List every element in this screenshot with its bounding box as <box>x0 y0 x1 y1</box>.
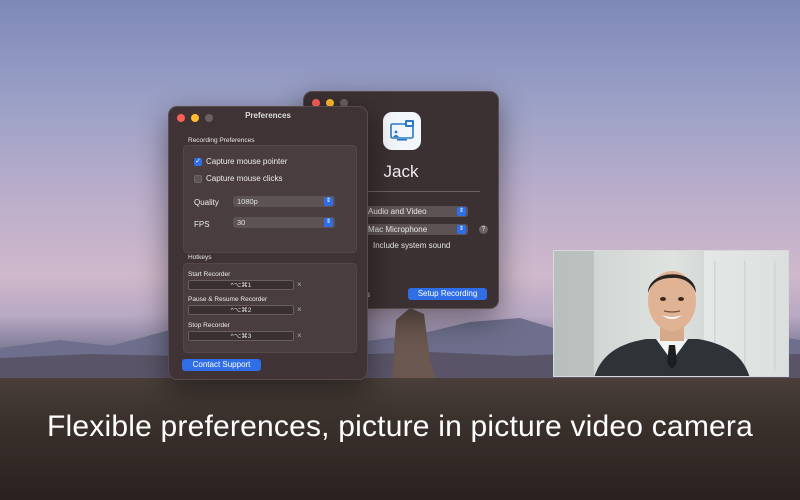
microphone-select[interactable]: Mac Microphone ⇕ <box>364 224 468 235</box>
quality-value: 1080p <box>237 197 258 206</box>
include-system-sound-label[interactable]: Include system sound <box>373 241 450 250</box>
clear-icon[interactable]: × <box>297 280 302 289</box>
marketing-caption: Flexible preferences, picture in picture… <box>47 410 753 443</box>
screen-recorder-icon <box>383 112 421 150</box>
microphone-select-value: Mac Microphone <box>368 225 428 234</box>
divider <box>364 191 480 192</box>
hotkeys-heading: Hotkeys <box>188 254 212 261</box>
contact-support-button[interactable]: Contact Support <box>182 359 261 371</box>
hotkey-pause-label: Pause & Resume Recorder <box>188 296 268 303</box>
hotkey-stop-field[interactable]: ^⌥⌘3 <box>188 331 294 341</box>
chevron-updown-icon: ⇕ <box>457 225 466 234</box>
source-select[interactable]: Audio and Video ⇕ <box>364 206 468 217</box>
camera-pip-window[interactable] <box>553 250 789 377</box>
capture-mouse-clicks-label: Capture mouse clicks <box>206 174 283 183</box>
checkbox-unchecked-icon <box>194 174 202 183</box>
hotkey-stop-label: Stop Recorder <box>188 322 230 329</box>
setup-recording-button[interactable]: Setup Recording <box>408 288 487 300</box>
capture-mouse-pointer-checkbox[interactable]: ✓ Capture mouse pointer <box>194 157 287 166</box>
clear-icon[interactable]: × <box>297 331 302 340</box>
source-select-value: Audio and Video <box>368 207 427 216</box>
preferences-window: Preferences Recording Preferences ✓ Capt… <box>168 106 368 380</box>
hotkey-start-field[interactable]: ^⌥⌘1 <box>188 280 294 290</box>
window-title: Preferences <box>245 111 291 120</box>
chevron-updown-icon: ⇕ <box>457 207 466 216</box>
fps-label: FPS <box>194 220 210 229</box>
hotkey-pause-field[interactable]: ^⌥⌘2 <box>188 305 294 315</box>
hotkey-start-label: Start Recorder <box>188 271 231 278</box>
chevron-updown-icon: ⇕ <box>324 218 333 227</box>
help-icon[interactable]: ? <box>479 225 488 234</box>
capture-mouse-pointer-label: Capture mouse pointer <box>206 157 288 166</box>
fps-value: 30 <box>237 218 246 227</box>
chevron-updown-icon: ⇕ <box>324 197 333 206</box>
capture-mouse-clicks-checkbox[interactable]: Capture mouse clicks <box>194 174 282 183</box>
checkbox-checked-icon: ✓ <box>194 157 202 166</box>
camera-feed-image <box>554 251 788 376</box>
quality-select[interactable]: 1080p ⇕ <box>233 196 335 207</box>
fps-select[interactable]: 30 ⇕ <box>233 217 335 228</box>
quality-label: Quality <box>194 198 219 207</box>
clear-icon[interactable]: × <box>297 305 302 314</box>
recording-preferences-heading: Recording Preferences <box>188 137 255 144</box>
